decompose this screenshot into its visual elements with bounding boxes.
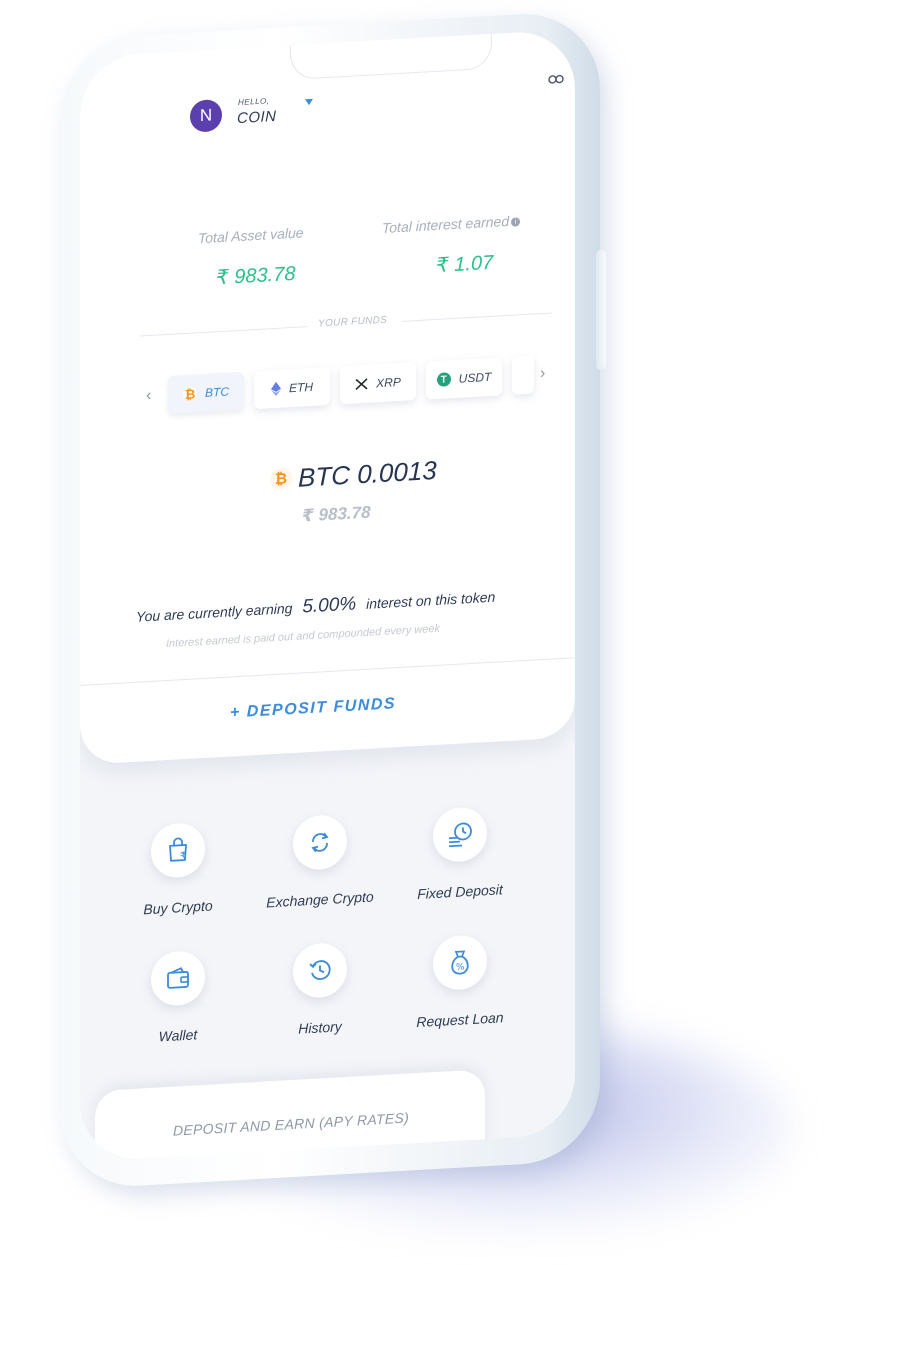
earning-note: Interest earned is paid out and compound… [166, 622, 440, 651]
token-tab-btc[interactable]: ₿ BTC [168, 371, 244, 414]
link-icon[interactable] [548, 74, 564, 85]
action-label: Buy Crypto [143, 897, 213, 918]
action-label: History [298, 1018, 342, 1037]
action-label: Request Loan [416, 1009, 504, 1031]
deposit-divider [80, 657, 575, 686]
interest-rate: 5.00% [302, 593, 357, 618]
avatar[interactable]: N [190, 98, 222, 133]
history-icon [293, 941, 347, 999]
action-history[interactable]: History [250, 940, 390, 1040]
svg-text:₹: ₹ [180, 851, 186, 862]
bitcoin-icon: ₿ [270, 467, 292, 490]
action-wallet[interactable]: Wallet [108, 947, 248, 1047]
earning-suffix: interest on this token [366, 588, 496, 612]
username: COIN [237, 107, 277, 128]
selected-token-amount: BTC 0.0013 [298, 454, 437, 493]
info-icon[interactable]: i [511, 217, 521, 227]
svg-text:₿: ₿ [275, 469, 287, 488]
token-tab-label: ETH [289, 379, 313, 396]
action-label: Fixed Deposit [417, 881, 503, 903]
action-label: Wallet [158, 1026, 198, 1045]
divider-right [402, 312, 552, 322]
action-request-loan[interactable]: % Request Loan [390, 932, 530, 1032]
tether-icon: T [436, 372, 451, 387]
token-tab-xrp[interactable]: XRP [340, 362, 416, 405]
chevron-down-icon[interactable] [305, 98, 313, 106]
earning-rate-line: You are currently earning 5.00% interest… [136, 586, 495, 628]
divider-left [140, 326, 308, 337]
phone-mockup: N HELLO, COIN Total Asset value ₹ 983.78… [60, 0, 620, 1190]
selected-token-fiat: ₹ 983.78 [302, 502, 371, 526]
fixed-deposit-icon [433, 806, 487, 864]
action-label: Exchange Crypto [266, 888, 374, 911]
chevron-left-icon[interactable]: ‹ [146, 387, 151, 405]
buy-crypto-icon: ₹ [151, 821, 205, 879]
action-exchange-crypto[interactable]: Exchange Crypto [250, 812, 390, 912]
total-asset-label: Total Asset value [198, 224, 304, 247]
ethereum-icon [271, 381, 281, 396]
your-funds-label: YOUR FUNDS [318, 314, 388, 330]
xrp-icon [355, 378, 368, 391]
greeting-label: HELLO, [238, 96, 270, 108]
token-tab-label: XRP [376, 374, 401, 391]
exchange-icon [293, 813, 347, 871]
phone-side-button [596, 249, 606, 371]
apy-rates-label: DEPOSIT AND EARN (APY RATES) [173, 1109, 410, 1139]
total-interest-value: ₹ 1.07 [436, 251, 494, 277]
app-screen: N HELLO, COIN Total Asset value ₹ 983.78… [80, 29, 575, 1162]
token-tab-next[interactable] [512, 355, 534, 395]
token-tab-usdt[interactable]: T USDT [426, 357, 502, 400]
deposit-funds-button[interactable]: + DEPOSIT FUNDS [230, 695, 396, 722]
svg-text:%: % [456, 962, 465, 972]
action-fixed-deposit[interactable]: Fixed Deposit [390, 804, 530, 904]
token-tab-label: USDT [458, 369, 492, 386]
wallet-icon [151, 949, 205, 1007]
loan-icon: % [433, 934, 487, 992]
chevron-right-icon[interactable]: › [540, 365, 545, 383]
action-buy-crypto[interactable]: ₹ Buy Crypto [108, 819, 248, 919]
token-tab-label: BTC [205, 384, 229, 400]
total-asset-value: ₹ 983.78 [216, 262, 296, 290]
total-interest-label: Total interest earned i [382, 212, 521, 236]
portfolio-card: N HELLO, COIN Total Asset value ₹ 983.78… [80, 29, 575, 765]
token-tab-eth[interactable]: ETH [254, 366, 330, 410]
bitcoin-icon: ₿ [183, 385, 197, 402]
earning-prefix: You are currently earning [136, 600, 293, 625]
